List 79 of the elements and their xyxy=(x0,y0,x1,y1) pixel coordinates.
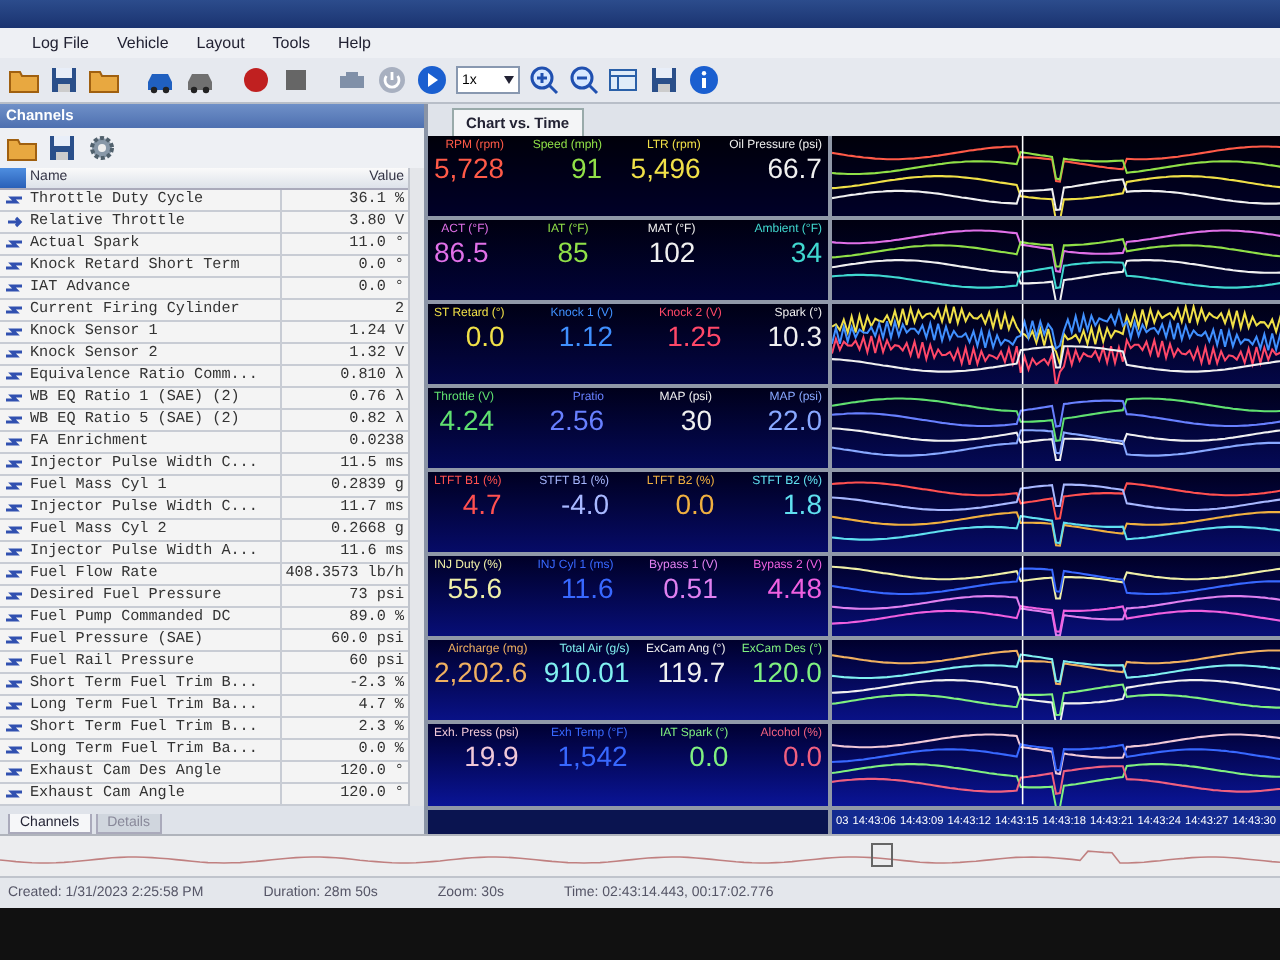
gauge-value: 0.0 xyxy=(783,740,822,773)
gauge-value: 1.8 xyxy=(783,488,822,521)
gauge-value: 55.6 xyxy=(447,572,503,605)
double-arrow-icon xyxy=(3,609,23,626)
double-arrow-icon xyxy=(3,631,23,648)
caret-icon xyxy=(504,76,514,84)
gauge-value: 102 xyxy=(648,235,696,268)
gauge-value: 119.7 xyxy=(657,656,726,689)
gauge-value: 91 xyxy=(570,151,603,184)
column-header[interactable] xyxy=(0,167,26,190)
double-arrow-icon xyxy=(3,191,23,208)
arrow-icon xyxy=(3,213,23,230)
gauge-value: 4.7 xyxy=(462,488,502,521)
gauge-value: 0.0 xyxy=(689,740,729,773)
info-icon[interactable] xyxy=(688,64,720,96)
menu-item[interactable]: Vehicle xyxy=(116,34,169,53)
double-arrow-icon xyxy=(3,279,23,296)
gauge-value: 10.3 xyxy=(767,319,822,352)
menu-item[interactable]: Help xyxy=(337,34,371,53)
double-arrow-icon xyxy=(3,653,23,670)
double-arrow-icon xyxy=(3,741,23,758)
gauge-value: 5,728 xyxy=(434,151,505,184)
double-arrow-icon xyxy=(3,455,23,472)
double-arrow-icon xyxy=(3,719,23,736)
double-arrow-icon xyxy=(3,257,23,274)
gauge-value: 66.7 xyxy=(767,151,822,184)
menu-item[interactable]: Log File xyxy=(32,34,89,53)
zoom-out-icon[interactable] xyxy=(568,64,600,96)
double-arrow-icon xyxy=(3,301,23,318)
double-arrow-icon xyxy=(3,785,23,802)
menu-item[interactable]: Layout xyxy=(196,34,245,53)
double-arrow-icon xyxy=(3,389,23,406)
double-arrow-icon xyxy=(3,565,23,582)
gauge-value: 0.51 xyxy=(663,572,718,605)
gauge-value: 1,542 xyxy=(557,740,628,773)
gauge-value: 86.5 xyxy=(434,235,489,268)
record-icon[interactable] xyxy=(240,64,272,96)
play-icon[interactable] xyxy=(416,64,448,96)
gauge-value: 4.24 xyxy=(439,403,495,436)
double-arrow-icon xyxy=(3,499,23,516)
double-arrow-icon xyxy=(3,323,23,340)
double-arrow-icon xyxy=(3,411,23,428)
gauge-value: 22.0 xyxy=(767,403,822,436)
gauge-value: 4.48 xyxy=(767,572,822,605)
double-arrow-icon xyxy=(3,235,23,252)
double-arrow-icon xyxy=(3,675,23,692)
gauge-value: 1.12 xyxy=(558,319,614,352)
double-arrow-icon xyxy=(3,367,23,384)
double-arrow-icon xyxy=(3,433,23,450)
double-arrow-icon xyxy=(3,521,23,538)
gauge-value: 34 xyxy=(790,235,822,268)
zoom-in-icon[interactable] xyxy=(528,64,560,96)
gauge-value: 30 xyxy=(680,403,712,436)
gauge-value: 2,202.6 xyxy=(434,656,528,689)
gauge-value: 1.25 xyxy=(667,319,722,352)
gauge-value: 910.01 xyxy=(543,656,630,689)
gauge-value: 5,496 xyxy=(630,151,701,184)
gauge-value: -4.0 xyxy=(560,488,610,521)
double-arrow-icon xyxy=(3,543,23,560)
save-icon[interactable] xyxy=(648,64,680,96)
gauge-value: 0.0 xyxy=(465,319,505,352)
gauge-value: 19.9 xyxy=(464,740,519,773)
double-arrow-icon xyxy=(3,477,23,494)
double-arrow-icon xyxy=(3,697,23,714)
save-icon[interactable] xyxy=(46,131,78,164)
double-arrow-icon xyxy=(3,587,23,604)
scrollbar[interactable] xyxy=(408,167,424,806)
double-arrow-icon xyxy=(3,345,23,362)
stop-icon[interactable] xyxy=(280,64,312,96)
gauge-value: 0.0 xyxy=(675,488,715,521)
gauge-value: 11.6 xyxy=(561,572,614,605)
save-icon[interactable] xyxy=(48,64,80,96)
double-arrow-icon xyxy=(3,763,23,780)
gauge-value: 120.0 xyxy=(751,656,822,689)
gear-icon[interactable] xyxy=(86,131,118,164)
gauge-value: 85 xyxy=(557,235,589,268)
layout-icon[interactable] xyxy=(608,64,640,96)
menu-item[interactable]: Tools xyxy=(272,34,310,53)
gauge-value: 2.56 xyxy=(549,403,605,436)
